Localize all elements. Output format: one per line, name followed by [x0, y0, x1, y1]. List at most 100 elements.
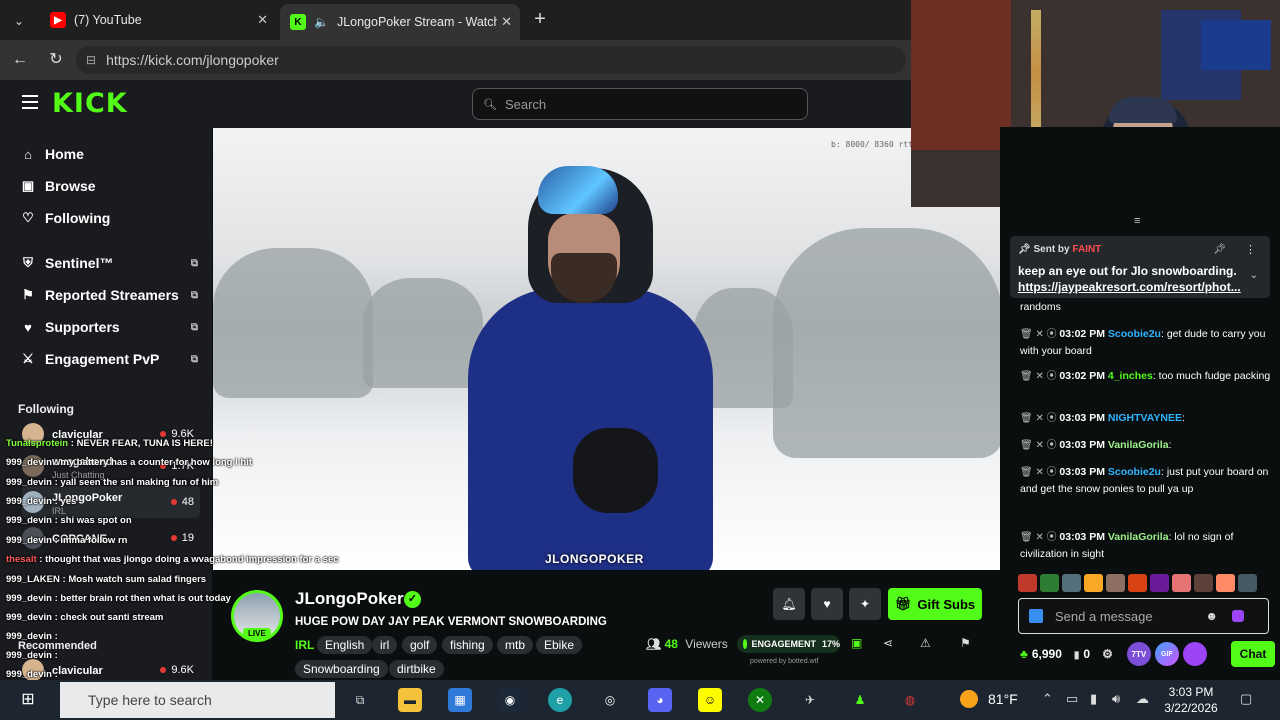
sidebar-item-following[interactable]: ♡ Following	[18, 210, 198, 226]
report-icon[interactable]: ⚠	[920, 636, 931, 650]
streamer-name[interactable]: JLongoPoker	[295, 589, 404, 609]
notification-bell-button[interactable]: 🔔︎	[773, 588, 805, 620]
volume-icon[interactable]: 🔊︎	[1112, 691, 1120, 707]
weather-widget[interactable]: 81°F	[960, 690, 1018, 708]
emote-icon[interactable]	[1084, 574, 1103, 592]
stream-category[interactable]: IRL	[295, 638, 314, 652]
sidebar-item-engagement-pvp[interactable]: ⚔ Engagement PvP ⧉	[18, 351, 198, 367]
kick-logo[interactable]: KICK	[52, 88, 128, 119]
taskbar-search-input[interactable]: Type here to search	[60, 682, 335, 718]
recorder-icon[interactable]: ◍	[898, 688, 922, 712]
chat-username[interactable]: Scoobie2u	[1108, 328, 1161, 340]
popout-icon[interactable]: ⧉	[191, 258, 198, 269]
video-player[interactable]: b: 8000/ 8360 rtt: 52/ 53/ 61 bs: JLONGO…	[213, 128, 1000, 570]
chat-send-button[interactable]: Chat	[1231, 641, 1275, 667]
sidebar-item-home[interactable]: ⌂ Home	[18, 146, 198, 162]
sidebar-item-browse[interactable]: ▣ Browse	[18, 178, 198, 194]
discord-icon[interactable]: ◕	[648, 688, 672, 712]
sidebar-item-reported-streamers[interactable]: ⚑ Reported Streamers ⧉	[18, 287, 198, 303]
menu-icon[interactable]	[22, 95, 38, 109]
following-channel[interactable]: JLongoPoker IRL 48	[22, 486, 200, 518]
emote-icon[interactable]	[1216, 574, 1235, 592]
mod-actions-icon[interactable]: 🗑︎ ✕ ⦿	[1020, 440, 1059, 451]
task-view-icon[interactable]: ⧉	[348, 688, 372, 712]
clip-icon[interactable]: ▣	[851, 636, 862, 650]
back-icon[interactable]: ←	[8, 48, 32, 72]
tab-search-chevron-icon[interactable]: ⌄	[8, 10, 30, 32]
chat-message[interactable]: 🗑︎ ✕ ⦿ 03:02 PM Scoobie2u: get dude to c…	[1020, 326, 1272, 360]
sidebar-item-supporters[interactable]: ♥ Supporters ⧉	[18, 319, 198, 335]
tag[interactable]: dirtbike	[389, 660, 444, 678]
chat-message-input[interactable]: Send a message ☻	[1018, 598, 1269, 634]
tab-kick[interactable]: K 🔈 JLongoPoker Stream - Watch ✕	[280, 4, 520, 40]
chat-message[interactable]: randoms	[1020, 299, 1272, 316]
sparkle-button[interactable]: ✦	[849, 588, 881, 620]
tab-youtube[interactable]: ▶ (7) YouTube ✕	[40, 4, 276, 36]
chat-message[interactable]: 🗑︎ ✕ ⦿ 03:02 PM 4_inches: too much fudge…	[1020, 368, 1272, 385]
mod-actions-icon[interactable]: 🗑︎ ✕ ⦿	[1020, 467, 1059, 478]
chat-message[interactable]: 🗑︎ ✕ ⦿ 03:03 PM Scoobie2u: just put your…	[1020, 464, 1272, 498]
chevron-down-icon[interactable]: ⌄	[1250, 270, 1258, 281]
chat-username[interactable]: VanilaGorila	[1108, 439, 1169, 451]
7tv-button[interactable]: 7TV	[1126, 642, 1151, 666]
gif-button[interactable]: GIF	[1154, 642, 1179, 666]
cloud-icon[interactable]: ☁	[1136, 691, 1149, 707]
obs-icon[interactable]: ◎	[598, 688, 622, 712]
app-icon[interactable]: ✈	[798, 688, 822, 712]
tray-device-icon[interactable]: ▭	[1066, 691, 1078, 707]
following-channel[interactable]: clavicular 9.6K	[22, 418, 200, 450]
speaker-icon[interactable]: 🔈	[314, 15, 329, 29]
tag[interactable]: mtb	[497, 636, 534, 654]
tag[interactable]: Ebike	[536, 636, 583, 654]
gear-icon[interactable]: ⚙	[1102, 647, 1113, 661]
emote-icon[interactable]	[1040, 574, 1059, 592]
chat-filter-icon[interactable]: ≡	[1134, 215, 1146, 227]
tag[interactable]: English	[317, 636, 373, 654]
close-icon[interactable]: ✕	[501, 14, 512, 30]
emote-bag-icon[interactable]	[1232, 610, 1244, 622]
follow-heart-button[interactable]: ♥	[811, 588, 843, 620]
reload-icon[interactable]: ↻	[44, 48, 68, 72]
popout-icon[interactable]: ⧉	[191, 354, 198, 365]
store-icon[interactable]: ▦	[448, 688, 472, 712]
emote-icon[interactable]	[1106, 574, 1125, 592]
following-channel[interactable]: wvagabond Just Chatting 1.7K	[22, 450, 200, 482]
url-field[interactable]: ⊟ https://kick.com/jlongopoker	[76, 46, 906, 74]
chat-message[interactable]: 🗑︎ ✕ ⦿ 03:03 PM NIGHTVAYNEE:	[1020, 410, 1272, 427]
chess-icon[interactable]: ♟	[848, 688, 872, 712]
pinned-link[interactable]: https://jaypeakresort.com/resort/phot...	[1018, 280, 1241, 294]
extension-button[interactable]	[1182, 642, 1207, 666]
notification-icon[interactable]: ▢	[1240, 691, 1252, 707]
chat-username[interactable]: 4_inches	[1108, 370, 1153, 382]
search-input[interactable]: 🔍︎ Search	[472, 88, 808, 120]
emote-icon[interactable]	[1150, 574, 1169, 592]
emote-icon[interactable]	[1194, 574, 1213, 592]
more-options-icon[interactable]: ⋮	[1245, 243, 1256, 256]
moderator-icon[interactable]: ⚑	[960, 636, 971, 650]
popout-icon[interactable]: ⧉	[191, 290, 198, 301]
emote-icon[interactable]	[1172, 574, 1191, 592]
battery-icon[interactable]: ▮	[1090, 691, 1097, 707]
emote-icon[interactable]	[1238, 574, 1257, 592]
sidebar-item-sentinel[interactable]: ⛨ Sentinel™ ⧉	[18, 255, 198, 271]
gift-subs-button[interactable]: 🎁︎ Gift Subs	[888, 588, 982, 620]
chat-username[interactable]: Scoobie2u	[1108, 466, 1161, 478]
mod-actions-icon[interactable]: 🗑︎ ✕ ⦿	[1020, 329, 1059, 340]
close-icon[interactable]: ✕	[257, 12, 268, 28]
emoji-icon[interactable]: ☻	[1205, 609, 1218, 623]
tag[interactable]: Snowboarding	[295, 660, 388, 678]
tag[interactable]: golf	[402, 636, 438, 654]
edge-icon[interactable]: e	[548, 688, 572, 712]
popout-icon[interactable]: ⧉	[191, 322, 198, 333]
tag[interactable]: irl	[372, 636, 398, 654]
chevron-up-icon[interactable]: ⌃	[1042, 691, 1053, 707]
chat-username[interactable]: NIGHTVAYNEE	[1108, 412, 1182, 424]
site-info-icon[interactable]: ⊟	[86, 53, 96, 67]
xbox-icon[interactable]: ✕	[748, 688, 772, 712]
chat-message[interactable]: 🗑︎ ✕ ⦿ 03:03 PM VanilaGorila: lol no sig…	[1020, 529, 1272, 563]
pinned-message[interactable]: 📌︎ Sent by FAINT 📌︎ ⋮ keep an eye out fo…	[1010, 236, 1270, 298]
file-explorer-icon[interactable]: ▬	[398, 688, 422, 712]
chat-username[interactable]: VanilaGorila	[1108, 531, 1169, 543]
tag[interactable]: fishing	[442, 636, 493, 654]
chat-message[interactable]: 🗑︎ ✕ ⦿ 03:03 PM VanilaGorila:	[1020, 437, 1272, 454]
